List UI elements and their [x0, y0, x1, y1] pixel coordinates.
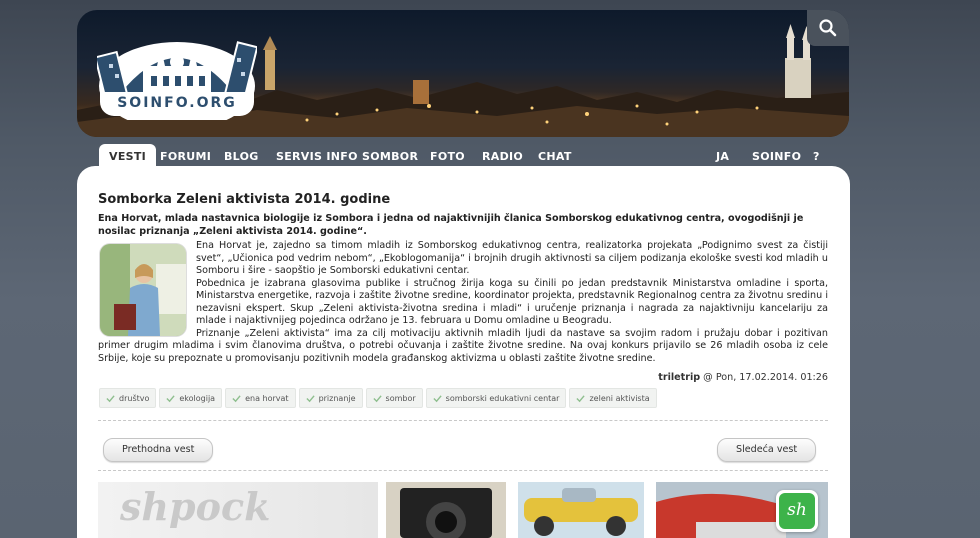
nav-soinfo[interactable]: SOINFO [752, 144, 801, 168]
tag-link[interactable]: zeleni aktivista [569, 388, 657, 408]
nav-chat[interactable]: CHAT [538, 144, 572, 168]
tag-label: društvo [119, 393, 150, 403]
article-title: Somborka Zeleni aktivista 2014. godine [98, 192, 391, 207]
tag-link[interactable]: somborski edukativni centar [425, 388, 567, 408]
ad-brand-word: shpock [120, 484, 271, 529]
checkmark-icon [166, 394, 176, 402]
ad-image-camera [386, 482, 506, 538]
post-date: @ Pon, 17.02.2014. 01:26 [700, 372, 828, 383]
search-button[interactable] [807, 10, 849, 46]
article-paragraph: Priznanje „Zeleni aktivista“ ima za cilj… [98, 327, 828, 364]
tag-link[interactable]: sombor [365, 388, 423, 408]
nav-blog[interactable]: BLOG [224, 144, 259, 168]
camera-image [386, 482, 506, 538]
article-body: Ena Horvat je, zajedno sa timom mladih i… [98, 240, 828, 365]
ad-banner[interactable]: shpock [98, 482, 828, 538]
nav-forumi[interactable]: FORUMI [160, 144, 211, 168]
tag-link[interactable]: ekologija [159, 388, 223, 408]
nav-help[interactable]: ? [813, 144, 820, 168]
tag-link[interactable]: društvo [99, 388, 157, 408]
nav-sombor[interactable]: SOMBOR [362, 144, 418, 168]
ad-image-toy-car [518, 482, 644, 538]
checkmark-icon [576, 394, 586, 402]
article-lead: Ena Horvat, mlada nastavnica biologije i… [98, 213, 804, 237]
previous-article-button[interactable]: Prethodna vest [103, 438, 214, 462]
tag-link[interactable]: ena horvat [225, 388, 296, 408]
checkmark-icon [305, 394, 315, 402]
nav-radio[interactable]: RADIO [482, 144, 523, 168]
tag-label: ena horvat [245, 393, 289, 403]
checkmark-icon [232, 394, 241, 402]
search-icon [819, 19, 837, 37]
toy-car-image [518, 482, 644, 538]
checkmark-icon [433, 394, 442, 402]
checkmark-icon [106, 394, 115, 402]
tag-link[interactable]: priznanje [298, 388, 363, 408]
article-paragraph: Pobednica je izabrana glasovima publike … [196, 277, 828, 327]
logo-text[interactable]: SOINFO.ORG [100, 92, 254, 116]
tag-label: ekologija [179, 393, 216, 403]
article-meta: triletrip @ Pon, 17.02.2014. 01:26 [658, 372, 828, 383]
author-link[interactable]: triletrip [658, 372, 700, 383]
nav-ja[interactable]: JA [716, 144, 729, 168]
next-article-button[interactable]: Sledeća vest [717, 438, 817, 462]
nav-foto[interactable]: FOTO [430, 144, 465, 168]
tag-label: zeleni aktivista [589, 393, 650, 403]
checkmark-icon [372, 394, 382, 402]
divider [98, 470, 828, 471]
tag-label: sombor [385, 393, 416, 403]
nav-servis-info[interactable]: SERVIS INFO [276, 144, 358, 168]
divider [98, 420, 828, 421]
shpock-badge[interactable]: sh [776, 490, 818, 532]
shpock-logo-icon: sh [779, 493, 815, 529]
tag-label: somborski edukativni centar [445, 393, 560, 403]
article-paragraph: Ena Horvat je, zajedno sa timom mladih i… [196, 240, 828, 276]
tag-label: priznanje [318, 393, 356, 403]
main-nav: VESTI FORUMI BLOG SERVIS INFO SOMBOR FOTO RADI… [0, 144, 980, 170]
article-photo[interactable] [100, 244, 186, 336]
ad-brand-panel: shpock [98, 482, 378, 538]
person-photo [100, 244, 186, 336]
tag-list: društvo ekologija ena horvat priznanje sombo… [99, 388, 657, 408]
